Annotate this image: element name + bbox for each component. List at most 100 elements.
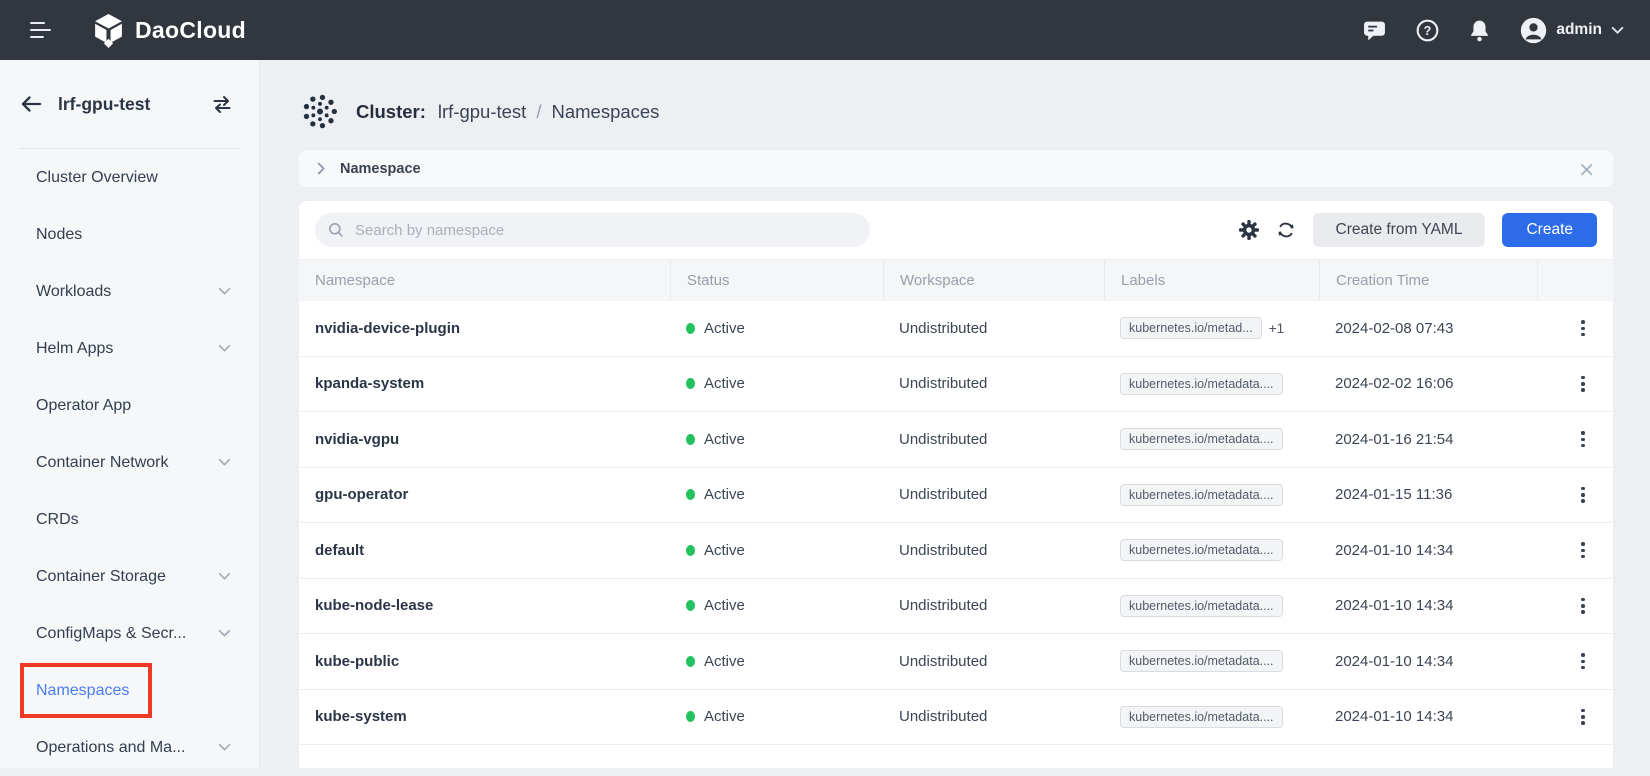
- label-chip[interactable]: kubernetes.io/metad...: [1120, 317, 1262, 339]
- sidebar-item-nodes[interactable]: Nodes: [0, 206, 259, 263]
- cell-labels: kubernetes.io/metadata....: [1104, 373, 1319, 395]
- label-chip[interactable]: kubernetes.io/metadata....: [1120, 373, 1283, 395]
- label-chip[interactable]: kubernetes.io/metadata....: [1120, 650, 1283, 672]
- cell-labels: kubernetes.io/metad... +1: [1104, 317, 1319, 339]
- cell-creation-time: 2024-01-15 11:36: [1319, 486, 1537, 503]
- namespace-name[interactable]: kpanda-system: [315, 375, 424, 392]
- table-row: nvidia-device-pluginActiveUndistributedk…: [299, 301, 1613, 357]
- topbar: DaoCloud ?: [0, 0, 1650, 60]
- cell-actions: [1537, 316, 1613, 340]
- namespace-name[interactable]: nvidia-vgpu: [315, 431, 399, 448]
- row-actions-kebab-icon[interactable]: [1575, 594, 1591, 618]
- sidebar-item-label: Operator App: [36, 397, 131, 415]
- sidebar-item-label: Workloads: [36, 283, 111, 301]
- row-actions-kebab-icon[interactable]: [1575, 483, 1591, 507]
- label-chip[interactable]: kubernetes.io/metadata....: [1120, 428, 1283, 450]
- cell-creation-time: 2024-01-10 14:34: [1319, 542, 1537, 559]
- label-overflow-count[interactable]: +1: [1269, 321, 1284, 336]
- namespace-name[interactable]: nvidia-device-plugin: [315, 320, 460, 337]
- cell-namespace: kpanda-system: [299, 375, 670, 392]
- menu-icon[interactable]: [30, 17, 52, 42]
- help-icon[interactable]: ?: [1416, 19, 1439, 42]
- namespace-name[interactable]: kube-system: [315, 708, 407, 725]
- row-actions-kebab-icon[interactable]: [1575, 372, 1591, 396]
- breadcrumb-prefix: Cluster:: [356, 101, 426, 123]
- column-header-status: Status: [670, 260, 883, 301]
- status-text: Active: [704, 708, 745, 725]
- sidebar-nav: Cluster OverviewNodes Workloads Helm Apps O…: [0, 149, 259, 776]
- search-input[interactable]: [353, 221, 857, 240]
- sidebar-item-operations-and-ma[interactable]: Operations and Ma...: [0, 719, 259, 776]
- status-text: Active: [704, 320, 745, 337]
- account-menu[interactable]: admin: [1520, 17, 1624, 44]
- refresh-icon[interactable]: [1276, 220, 1296, 240]
- status-text: Active: [704, 597, 745, 614]
- status-dot-icon: [686, 489, 695, 500]
- topbar-actions: ? admin: [1363, 17, 1624, 44]
- column-header-creation-time: Creation Time: [1319, 260, 1537, 301]
- sidebar-item-namespaces[interactable]: Namespaces: [0, 662, 259, 719]
- sidebar-item-container-network[interactable]: Container Network: [0, 434, 259, 491]
- breadcrumb-cluster[interactable]: lrf-gpu-test: [438, 101, 526, 123]
- gear-icon[interactable]: [1239, 220, 1259, 240]
- table-row: defaultActiveUndistributedkubernetes.io/…: [299, 523, 1613, 579]
- cell-namespace: gpu-operator: [299, 486, 670, 503]
- cell-actions: [1537, 649, 1613, 673]
- status-dot-icon: [686, 600, 695, 611]
- search-box[interactable]: [315, 213, 870, 247]
- row-actions-kebab-icon[interactable]: [1575, 649, 1591, 673]
- status-text: Active: [704, 431, 745, 448]
- namespace-filter-panel[interactable]: Namespace ×: [299, 150, 1613, 187]
- chat-icon[interactable]: [1363, 20, 1386, 41]
- close-icon[interactable]: ×: [1578, 159, 1595, 179]
- cell-actions: [1537, 538, 1613, 562]
- sidebar-item-crds[interactable]: CRDs: [0, 491, 259, 548]
- cell-labels: kubernetes.io/metadata....: [1104, 595, 1319, 617]
- cell-workspace: Undistributed: [883, 431, 1104, 448]
- sidebar-item-helm-apps[interactable]: Helm Apps: [0, 320, 259, 377]
- status-text: Active: [704, 653, 745, 670]
- cell-labels: kubernetes.io/metadata....: [1104, 706, 1319, 728]
- sidebar-item-workloads[interactable]: Workloads: [0, 263, 259, 320]
- svg-text:?: ?: [1424, 23, 1432, 37]
- sidebar-item-cluster-overview[interactable]: Cluster Overview: [0, 149, 259, 206]
- cell-namespace: kube-node-lease: [299, 597, 670, 614]
- namespace-name[interactable]: default: [315, 542, 364, 559]
- cell-workspace: Undistributed: [883, 597, 1104, 614]
- label-chip[interactable]: kubernetes.io/metadata....: [1120, 484, 1283, 506]
- bell-icon[interactable]: [1469, 19, 1490, 42]
- breadcrumb-separator: /: [536, 101, 541, 123]
- username: admin: [1556, 21, 1602, 39]
- namespace-name[interactable]: kube-public: [315, 653, 399, 670]
- sidebar-item-operator-app[interactable]: Operator App: [0, 377, 259, 434]
- back-arrow-icon[interactable]: [20, 95, 42, 113]
- cell-workspace: Undistributed: [883, 653, 1104, 670]
- switch-cluster-icon[interactable]: [211, 95, 233, 114]
- cluster-dots-icon: [299, 90, 341, 133]
- namespace-name[interactable]: kube-node-lease: [315, 597, 433, 614]
- sidebar-item-configmaps-secr[interactable]: ConfigMaps & Secr...: [0, 605, 259, 662]
- filter-panel-title: Namespace: [340, 161, 421, 177]
- chevron-down-icon: [218, 629, 231, 638]
- chevron-down-icon: [218, 458, 231, 467]
- status-dot-icon: [686, 378, 695, 389]
- cell-actions: [1537, 483, 1613, 507]
- label-chip[interactable]: kubernetes.io/metadata....: [1120, 539, 1283, 561]
- brand-name: DaoCloud: [135, 17, 246, 44]
- sidebar-item-container-storage[interactable]: Container Storage: [0, 548, 259, 605]
- create-button[interactable]: Create: [1502, 213, 1597, 247]
- row-actions-kebab-icon[interactable]: [1575, 316, 1591, 340]
- cell-namespace: kube-public: [299, 653, 670, 670]
- row-actions-kebab-icon[interactable]: [1575, 538, 1591, 562]
- breadcrumb: Cluster: lrf-gpu-test / Namespaces: [299, 90, 1613, 133]
- avatar-icon: [1520, 17, 1547, 44]
- brand[interactable]: DaoCloud: [92, 13, 246, 48]
- label-chip[interactable]: kubernetes.io/metadata....: [1120, 706, 1283, 728]
- label-chip[interactable]: kubernetes.io/metadata....: [1120, 595, 1283, 617]
- create-from-yaml-button[interactable]: Create from YAML: [1313, 213, 1486, 247]
- cell-status: Active: [670, 653, 883, 670]
- row-actions-kebab-icon[interactable]: [1575, 427, 1591, 451]
- cell-namespace: nvidia-vgpu: [299, 431, 670, 448]
- row-actions-kebab-icon[interactable]: [1575, 705, 1591, 729]
- namespace-name[interactable]: gpu-operator: [315, 486, 408, 503]
